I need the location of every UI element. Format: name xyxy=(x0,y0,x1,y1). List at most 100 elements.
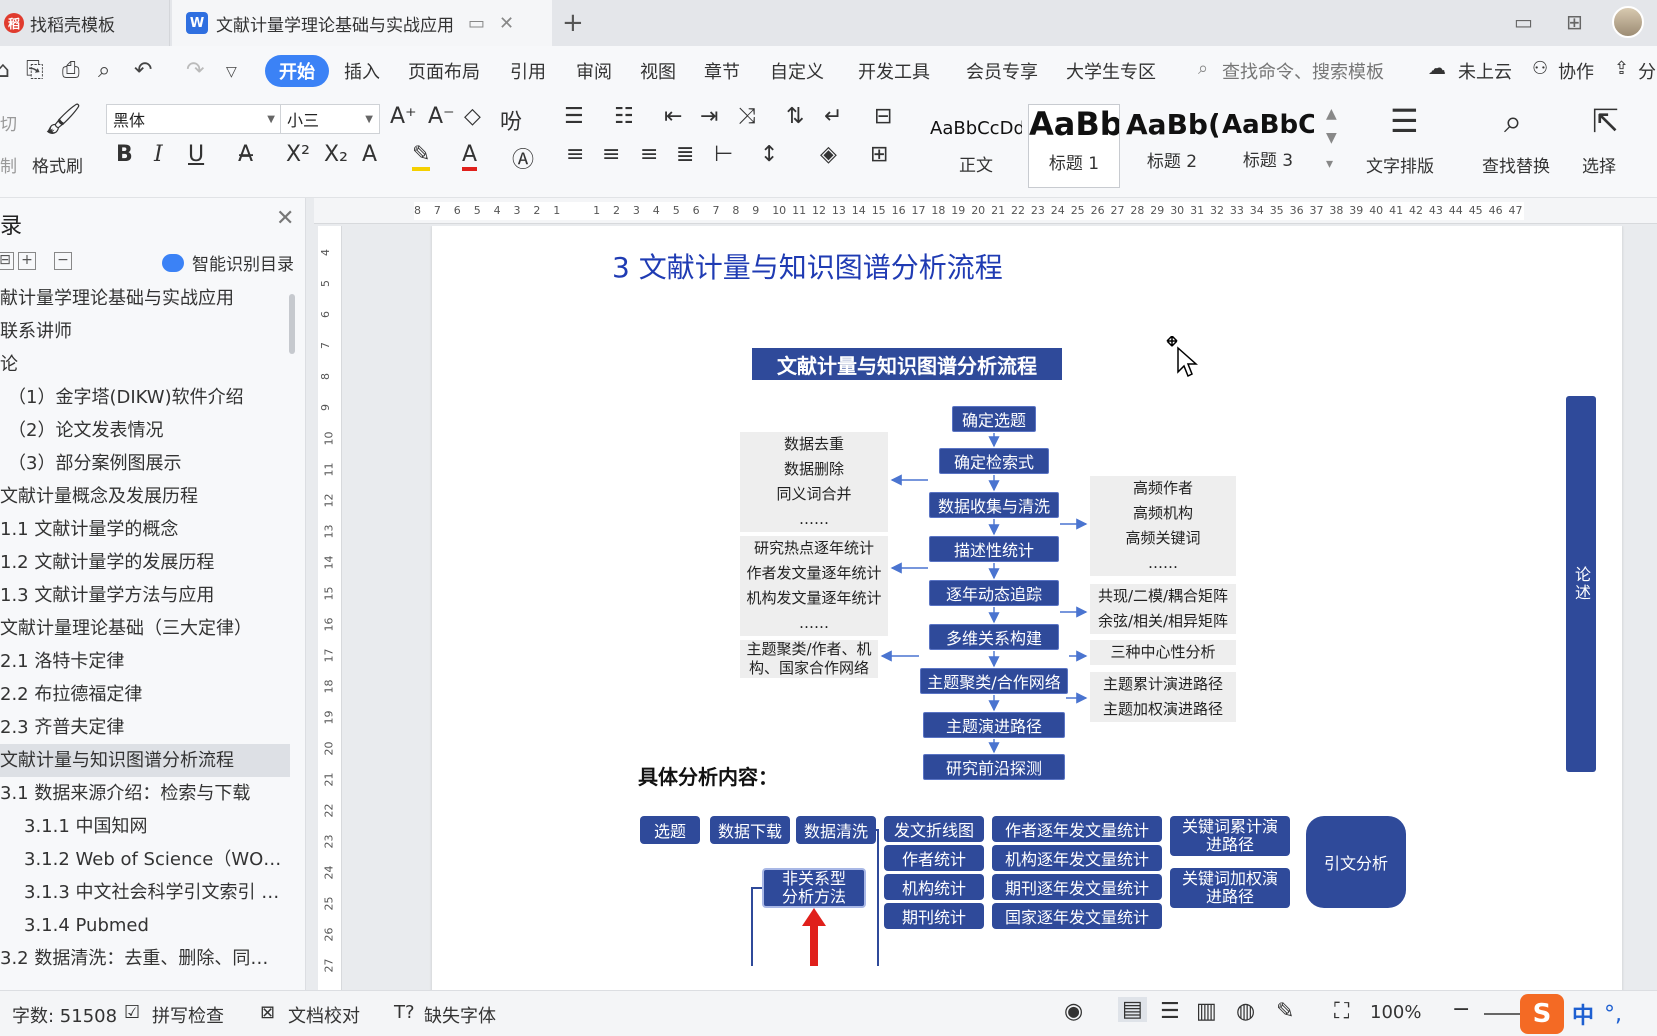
close-icon[interactable]: ✕ xyxy=(276,206,294,231)
cut-button[interactable]: 切 xyxy=(0,110,17,135)
toc-item[interactable]: （2）论文发表情况 xyxy=(0,414,290,447)
ime-punct-icon[interactable]: °, xyxy=(1604,1002,1622,1027)
cloud-status[interactable]: 未上云 xyxy=(1458,58,1512,84)
toc-item[interactable]: 论 xyxy=(0,348,290,381)
word-count[interactable]: 字数: 51508 xyxy=(12,1002,117,1028)
grid-apps-icon[interactable]: ⊞ xyxy=(1566,10,1583,34)
menu-view[interactable]: 视图 xyxy=(640,58,676,84)
fit-page-icon[interactable]: ⛶ xyxy=(1334,999,1349,1024)
toc-item[interactable]: 3.1.4 Pubmed xyxy=(0,909,290,942)
style-heading-1[interactable]: AaBb 标题 1 xyxy=(1028,104,1120,188)
strikethrough-icon[interactable]: A̶ xyxy=(238,142,253,167)
toc-item[interactable]: 1.2 文献计量学的发展历程 xyxy=(0,546,290,579)
copy-button[interactable]: 制 xyxy=(0,152,17,177)
undo-icon[interactable]: ↶ xyxy=(134,58,152,83)
increase-indent-icon[interactable]: ⇥ xyxy=(700,104,718,129)
line-break-icon[interactable]: ↵ xyxy=(824,104,842,129)
page-view-icon[interactable]: ▤ xyxy=(1118,997,1147,1022)
bullet-list-icon[interactable]: ☰ xyxy=(564,104,584,129)
menu-developer[interactable]: 开发工具 xyxy=(858,58,930,84)
bold-icon[interactable]: B xyxy=(116,142,133,167)
style-more-icon[interactable]: ▾ xyxy=(1326,156,1333,172)
missing-font-button[interactable]: 缺失字体 xyxy=(424,1002,496,1028)
close-tab-icon[interactable]: ✕ xyxy=(499,13,514,34)
page[interactable]: 3 文献计量与知识图谱分析流程 文献计量与知识图谱分析流程 确定选题 确定检索式数… xyxy=(432,226,1622,990)
ime-toolbar[interactable]: S 中 °, xyxy=(1520,994,1622,1034)
numbered-list-icon[interactable]: ☷ xyxy=(614,104,634,129)
style-scroll-up-icon[interactable]: ▲ xyxy=(1326,106,1337,122)
align-right-icon[interactable]: ≡ xyxy=(640,142,658,167)
menu-member[interactable]: 会员专享 xyxy=(966,58,1038,84)
tab-stops-icon[interactable]: ⊟ xyxy=(874,104,892,129)
save-icon[interactable]: ⎘ xyxy=(26,58,44,83)
font-name-select[interactable]: 黑体 ▼ xyxy=(106,104,282,134)
outline-view-icon[interactable]: ☰ xyxy=(1160,999,1180,1024)
font-color-icon[interactable]: A xyxy=(462,142,478,171)
pinyin-icon[interactable]: 吩 xyxy=(500,104,522,136)
align-center-icon[interactable]: ≡ xyxy=(602,142,620,167)
toc-item[interactable]: 献计量学理论基础与实战应用 xyxy=(0,282,290,315)
line-spacing-icon[interactable]: ↕ xyxy=(760,142,778,167)
toc-item[interactable]: 1.3 文献计量学方法与应用 xyxy=(0,579,290,612)
toc-item[interactable]: 3.2 数据清洗：去重、删除、同… xyxy=(0,942,290,975)
eye-protect-icon[interactable]: ◉ xyxy=(1064,999,1083,1024)
document-area[interactable]: 3 文献计量与知识图谱分析流程 文献计量与知识图谱分析流程 确定选题 确定检索式数… xyxy=(342,226,1657,990)
toc-item[interactable]: 2.1 洛特卡定律 xyxy=(0,645,290,678)
char-border-icon[interactable]: Ⓐ xyxy=(512,142,534,174)
style-heading-3[interactable]: AaBbC 标题 3 xyxy=(1222,104,1314,188)
toc-item[interactable]: 2.2 布拉德福定律 xyxy=(0,678,290,711)
avatar[interactable] xyxy=(1612,6,1644,38)
sort-icon[interactable]: ⇅ xyxy=(786,104,804,129)
zoom-level[interactable]: 100% xyxy=(1370,1002,1421,1023)
horizontal-ruler[interactable]: 8 7 6 5 4 3 2 1 1 2 3 4 5 6 7 8 9 10 11 12 13 14 15 16 17 18 19 20 2… xyxy=(314,198,1657,224)
command-search-input[interactable]: 查找命令、搜索模板 xyxy=(1222,58,1384,84)
italic-icon[interactable]: I xyxy=(154,142,163,167)
toc-item[interactable]: 3.1 数据来源介绍：检索与下载 xyxy=(0,777,290,810)
toc-item[interactable]: 3.1.1 中国知网 xyxy=(0,810,290,843)
vertical-ruler[interactable]: 4 5 6 7 8 9 10 11 12 13 14 15 16 17 18 19 20 21 22 23 24 25 26… xyxy=(318,226,342,990)
home-icon[interactable]: ⌂ xyxy=(0,58,10,83)
quick-access-dropdown-icon[interactable]: ▽ xyxy=(226,64,237,80)
text-layout-button[interactable]: 文字排版 xyxy=(1366,152,1434,177)
tab-document[interactable]: W 文献计量学理论基础与实战应用 ▭ ✕ xyxy=(172,0,552,46)
toc-item[interactable]: 文献计量理论基础（三大定律） xyxy=(0,612,290,645)
redo-icon[interactable]: ↷ xyxy=(186,58,204,83)
menu-review[interactable]: 审阅 xyxy=(576,58,612,84)
spell-check-button[interactable]: 拼写检查 xyxy=(152,1002,224,1028)
zoom-slider[interactable] xyxy=(1484,1013,1524,1015)
menu-home[interactable]: 开始 xyxy=(265,55,329,87)
toc-item[interactable]: 联系讲师 xyxy=(0,315,290,348)
toc-item[interactable]: 2.3 齐普夫定律 xyxy=(0,711,290,744)
pin-icon[interactable]: ▭ xyxy=(468,13,485,34)
subscript-icon[interactable]: X₂ xyxy=(324,142,348,167)
decrease-indent-icon[interactable]: ⇤ xyxy=(664,104,682,129)
borders-icon[interactable]: ⊞ xyxy=(870,142,888,167)
collab-button[interactable]: 协作 xyxy=(1558,58,1594,84)
text-effect-icon[interactable]: A xyxy=(362,142,377,167)
toc-item[interactable]: 文献计量与知识图谱分析流程 xyxy=(0,744,290,777)
align-left-icon[interactable]: ≡ xyxy=(566,142,584,167)
expand-all-icon[interactable]: + xyxy=(18,252,36,270)
print-icon[interactable]: ⎙ xyxy=(62,58,80,83)
menu-student[interactable]: 大学生专区 xyxy=(1066,58,1156,84)
shrink-font-icon[interactable]: A⁻ xyxy=(428,104,455,129)
toc-item[interactable]: 3.1.2 Web of Science（WO… xyxy=(0,843,290,876)
find-replace-button[interactable]: 查找替换 xyxy=(1482,152,1550,177)
menu-insert[interactable]: 插入 xyxy=(344,58,380,84)
toc-item[interactable]: （3）部分案例图展示 xyxy=(0,447,290,480)
ime-mode[interactable]: 中 xyxy=(1572,998,1594,1030)
collapse-all-icon[interactable]: − xyxy=(54,252,72,270)
clear-format-icon[interactable]: ◇ xyxy=(464,104,481,129)
toc-item[interactable]: 文献计量概念及发展历程 xyxy=(0,480,290,513)
distribute-icon[interactable]: ⊢ xyxy=(714,142,733,167)
text-direction-icon[interactable]: ⤨ xyxy=(738,104,756,129)
grow-font-icon[interactable]: A⁺ xyxy=(390,104,417,129)
nav-level-icon[interactable]: ⊟ xyxy=(0,252,14,270)
nav-scrollbar[interactable] xyxy=(289,294,295,354)
web-view-icon[interactable]: ◍ xyxy=(1236,999,1255,1024)
highlight-icon[interactable]: ✎ xyxy=(412,142,431,171)
shading-icon[interactable]: ◈ xyxy=(820,142,837,167)
new-tab-icon[interactable]: + xyxy=(562,8,584,38)
menu-references[interactable]: 引用 xyxy=(510,58,546,84)
zoom-out-icon[interactable]: − xyxy=(1452,997,1470,1022)
